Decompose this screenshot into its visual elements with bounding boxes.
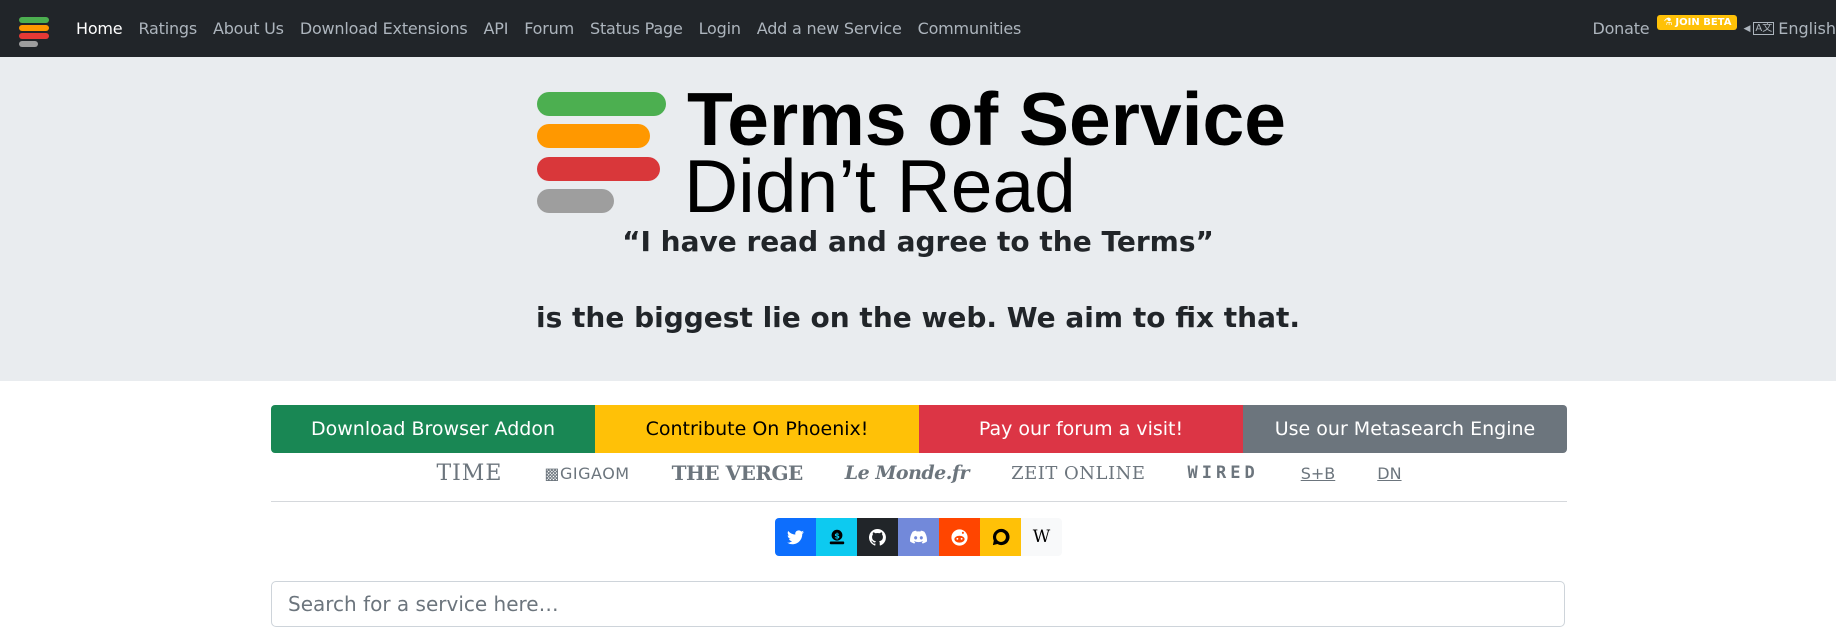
svg-text:$: $ [834, 530, 840, 540]
discord-button[interactable] [898, 518, 939, 556]
discourse-button[interactable] [980, 518, 1021, 556]
hero-section: Terms of Service Didn’t Read “I have rea… [0, 57, 1836, 381]
press-gigaom-logo[interactable]: ▩GIGAOM [544, 464, 629, 483]
hero-tagline: is the biggest lie on the web. We aim to… [536, 301, 1300, 334]
nav-communities[interactable]: Communities [918, 19, 1022, 38]
hero-logo: Terms of Service Didn’t Read [537, 82, 1317, 228]
press-time-logo[interactable]: TIME [436, 461, 502, 486]
section-divider [271, 501, 1567, 502]
logo-bar-red [19, 32, 49, 39]
press-zeit-logo[interactable]: ZEIT ONLINE [1011, 463, 1145, 484]
press-verge-logo[interactable]: THE VERGE [672, 461, 804, 485]
hero-quote: “I have read and agree to the Terms” [622, 225, 1214, 258]
wikipedia-button[interactable]: W [1021, 518, 1062, 556]
logo-bar-orange [19, 24, 49, 31]
language-label: English [1778, 19, 1836, 38]
twitter-button[interactable] [775, 518, 816, 556]
press-dn-link[interactable]: DN [1377, 464, 1401, 483]
nav-download-extensions[interactable]: Download Extensions [300, 19, 468, 38]
flask-icon: ⚗ [1663, 17, 1673, 28]
logo-bar-green [19, 16, 49, 23]
gigaom-mark-icon: ▩ [544, 463, 561, 483]
social-button-group: $ W [775, 518, 1062, 556]
nav-status-page[interactable]: Status Page [590, 19, 683, 38]
wikipedia-icon: W [1032, 527, 1051, 547]
twitter-icon [787, 529, 804, 544]
hero-logo-bar-green [537, 92, 666, 116]
press-lemonde-logo[interactable]: Le Monde.fr [845, 462, 970, 484]
nav-home[interactable]: Home [76, 19, 123, 38]
hero-logo-bar-gray [537, 189, 614, 213]
nav-donate[interactable]: Donate [1592, 19, 1649, 38]
caret-left-icon: ◀ [1743, 23, 1751, 34]
visit-forum-button[interactable]: Pay our forum a visit! [919, 405, 1243, 453]
discord-icon [910, 530, 927, 544]
nav-add-service[interactable]: Add a new Service [757, 19, 902, 38]
action-button-group: Download Browser Addon Contribute On Pho… [271, 405, 1567, 453]
logo-text-didnt-read: Didn’t Read [684, 144, 1076, 228]
nav-login[interactable]: Login [699, 19, 741, 38]
discourse-icon [992, 528, 1010, 546]
press-sb-link[interactable]: S+B [1301, 464, 1336, 483]
contribute-phoenix-button[interactable]: Contribute On Phoenix! [595, 405, 919, 453]
money-hand-icon: $ [829, 529, 844, 545]
language-selector[interactable]: A文 English [1753, 19, 1836, 38]
nav-ratings[interactable]: Ratings [138, 19, 197, 38]
translate-icon: A文 [1753, 22, 1775, 35]
tosdr-logo-icon[interactable] [19, 12, 53, 47]
logo-bar-gray [19, 40, 38, 47]
reddit-icon [951, 528, 968, 546]
nav-about-us[interactable]: About Us [213, 19, 284, 38]
hero-logo-bar-orange [537, 124, 650, 148]
download-addon-button[interactable]: Download Browser Addon [271, 405, 595, 453]
nav-right: Donate ⚗ JOIN BETA ◀ A文 English [1592, 0, 1836, 57]
gigaom-text: GIGAOM [560, 463, 630, 483]
join-beta-badge[interactable]: ⚗ JOIN BETA [1657, 15, 1738, 30]
nav-forum[interactable]: Forum [524, 19, 574, 38]
nav-links: Home Ratings About Us Download Extension… [76, 19, 1037, 38]
metasearch-button[interactable]: Use our Metasearch Engine [1243, 405, 1567, 453]
hero-logo-bar-red [537, 157, 660, 181]
github-button[interactable] [857, 518, 898, 556]
github-icon [869, 528, 886, 546]
open-collective-button[interactable]: $ [816, 518, 857, 556]
nav-api[interactable]: API [484, 19, 509, 38]
top-navbar: Home Ratings About Us Download Extension… [0, 0, 1836, 57]
join-beta-label: JOIN BETA [1675, 17, 1732, 28]
press-wired-logo[interactable]: WIRED [1188, 463, 1259, 483]
press-logos: TIME ▩GIGAOM THE VERGE Le Monde.fr ZEIT … [271, 461, 1567, 486]
service-search-input[interactable] [271, 581, 1565, 627]
reddit-button[interactable] [939, 518, 980, 556]
